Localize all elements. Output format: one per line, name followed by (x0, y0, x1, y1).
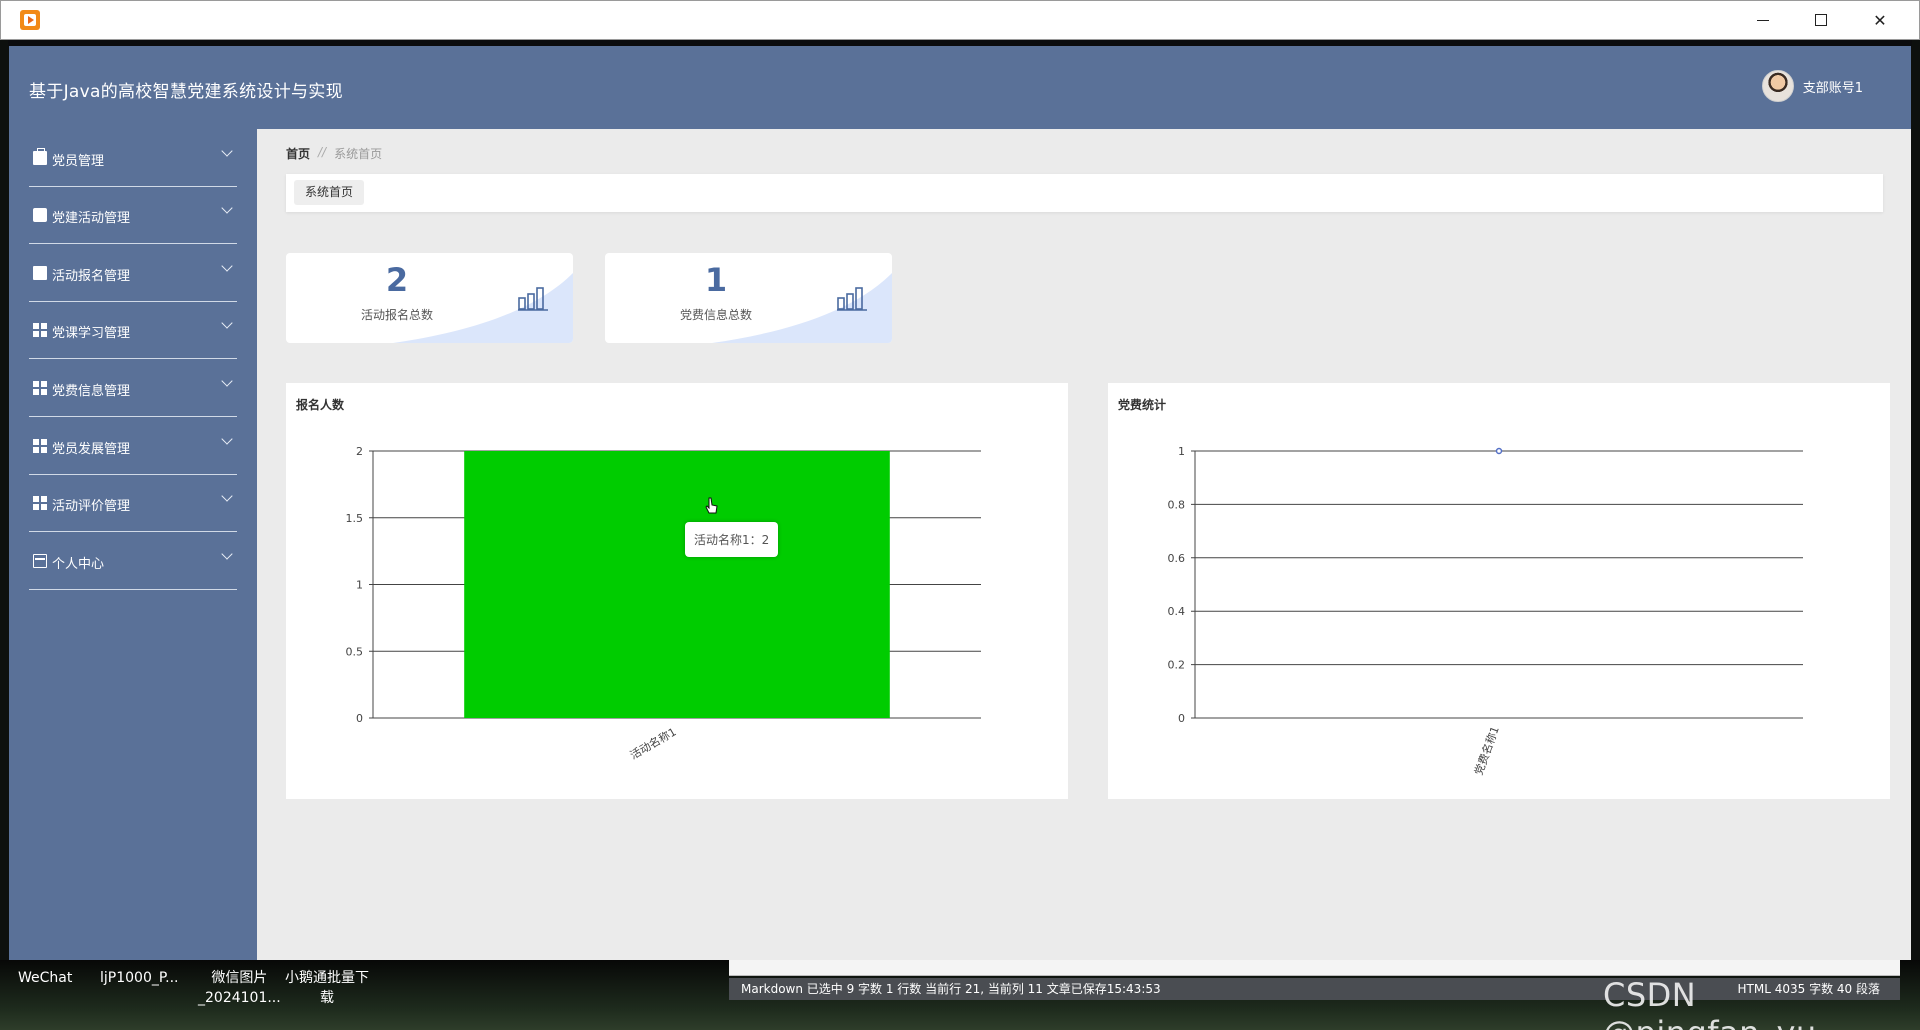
stat-card-signups: 2 活动报名总数 (286, 253, 573, 343)
tabs-bar: 系统首页 (286, 174, 1883, 212)
briefcase-icon (33, 148, 47, 165)
chevron-down-icon (221, 548, 233, 560)
breadcrumb-current: 系统首页 (334, 147, 383, 161)
sidebar-item-label: 个人中心 (52, 557, 105, 572)
chevron-down-icon (221, 375, 233, 387)
tab-system-home[interactable]: 系统首页 (294, 180, 365, 205)
y-tick-label: 2 (356, 445, 363, 458)
y-tick-label: 0.8 (1168, 498, 1186, 511)
line-chart: 0 0.2 0.4 0.6 0.8 1 党费名称1 (1168, 445, 1803, 777)
main-content: 首页 // 系统首页 系统首页 2 活动报名总数 1 党费信息总数 报名人数 0… (257, 129, 1911, 960)
sidebar-item-label: 党建活动管理 (52, 211, 131, 226)
app-window: 基于Java的高校智慧党建系统设计与实现 支部账号1 党员管理 党建活动管理 活… (9, 46, 1911, 960)
stat-card-fees: 1 党费信息总数 (605, 253, 892, 343)
sidebar-item-fee-management[interactable]: 党费信息管理 (9, 359, 257, 417)
window-minimize-button[interactable] (1734, 1, 1792, 39)
stat-label: 活动报名总数 (360, 308, 433, 322)
y-tick-label: 1 (1178, 445, 1185, 458)
stat-value: 2 (385, 261, 409, 299)
avatar[interactable] (1761, 70, 1794, 102)
sidebar-item-label: 党课学习管理 (52, 326, 131, 341)
divider (29, 589, 237, 590)
y-tick-label: 1 (356, 579, 363, 592)
chevron-down-icon (221, 260, 233, 272)
chevron-down-icon (221, 490, 233, 502)
window-maximize-button[interactable] (1792, 1, 1850, 39)
sidebar-item-label: 活动报名管理 (52, 269, 131, 284)
sidebar-item-course-management[interactable]: 党课学习管理 (9, 301, 257, 359)
chevron-down-icon (221, 145, 233, 157)
chart-panel-signups: 报名人数 0 0.5 1 1.5 2 活动名称1 活动名称1：2 (286, 383, 1068, 799)
data-point (1495, 447, 1503, 455)
chart-tooltip: 活动名称1：2 (685, 522, 779, 557)
y-tick-label: 0.5 (346, 645, 364, 658)
editor-status-left: Markdown 已选中 9 字数 1 行数 当前行 21, 当前列 11 文章… (741, 982, 1161, 996)
stat-value: 1 (704, 261, 728, 299)
y-tick-label: 0.4 (1168, 605, 1186, 618)
taskbar-item-downloader[interactable]: 小鹅通批量下 载 (285, 968, 369, 1008)
clipboard-icon (33, 266, 47, 280)
breadcrumb: 首页 // 系统首页 (286, 145, 382, 162)
hand-cursor-icon (705, 497, 718, 514)
sidebar-item-personal-center[interactable]: 个人中心 (9, 532, 257, 590)
app-title: 基于Java的高校智慧党建系统设计与实现 (29, 82, 343, 102)
bar-chart-icon (518, 287, 548, 311)
sidebar-item-label: 活动评价管理 (52, 499, 131, 514)
y-tick-label: 1.5 (346, 512, 364, 525)
box-icon (33, 208, 47, 222)
breadcrumb-separator: // (318, 145, 327, 159)
bar (464, 451, 890, 718)
grid-icon (33, 496, 47, 510)
sidebar-item-signup-management[interactable]: 活动报名管理 (9, 244, 257, 302)
sidebar-item-activity-management[interactable]: 党建活动管理 (9, 186, 257, 244)
chevron-down-icon (221, 317, 233, 329)
close-icon: ✕ (1873, 10, 1887, 30)
grid-icon (33, 323, 47, 337)
sidebar-item-label: 党员发展管理 (52, 442, 131, 457)
chevron-down-icon (221, 433, 233, 445)
window-close-button[interactable]: ✕ (1851, 1, 1909, 39)
app-play-icon (20, 10, 40, 30)
minimize-icon (1757, 19, 1769, 21)
sidebar-item-development-management[interactable]: 党员发展管理 (9, 417, 257, 475)
user-menu[interactable]: 支部账号1 (1761, 70, 1863, 102)
sidebar: 党员管理 党建活动管理 活动报名管理 党课学习管理 党费信息管理 党员发展管理 … (9, 129, 257, 960)
bar-chart: 0 0.5 1 1.5 2 活动名称1 (346, 445, 981, 762)
maximize-icon (1815, 14, 1827, 26)
taskbar-item-file[interactable]: ljP1000_P... (100, 968, 178, 988)
y-tick-label: 0.2 (1168, 659, 1186, 672)
sidebar-item-label: 党费信息管理 (52, 384, 131, 399)
y-tick-label: 0.6 (1168, 552, 1186, 565)
window-titlebar: ✕ (0, 0, 1920, 40)
csdn-watermark: CSDN @pingfan_yu (1603, 976, 1816, 1030)
bar-chart-icon (837, 287, 867, 311)
taskbar-item-wechat[interactable]: WeChat (18, 968, 72, 988)
stat-label: 党费信息总数 (679, 308, 752, 322)
sidebar-item-evaluation-management[interactable]: 活动评价管理 (9, 474, 257, 532)
grid-icon (33, 439, 47, 453)
sidebar-item-label: 党员管理 (52, 154, 105, 169)
chart-panel-fees: 党费统计 0 0.2 0.4 0.6 0.8 1 党费名称1 (1108, 383, 1890, 799)
desktop-taskbar: WeChat ljP1000_P... 微信图片 _2024101... 小鹅通… (0, 960, 1920, 1030)
y-tick-label: 0 (356, 712, 363, 725)
app-header: 基于Java的高校智慧党建系统设计与实现 支部账号1 (9, 46, 1911, 129)
breadcrumb-home[interactable]: 首页 (286, 145, 310, 162)
x-tick-label: 活动名称1 (627, 724, 678, 762)
editor-strip (729, 960, 1900, 976)
taskbar-item-wechat-image[interactable]: 微信图片 _2024101... (198, 968, 281, 1008)
grid-icon (33, 381, 47, 395)
y-tick-label: 0 (1178, 712, 1185, 725)
user-name[interactable]: 支部账号1 (1803, 77, 1863, 96)
chevron-down-icon (221, 202, 233, 214)
sidebar-item-member-management[interactable]: 党员管理 (9, 129, 257, 187)
card-icon (33, 554, 47, 568)
x-tick-label: 党费名称1 (1471, 724, 1502, 777)
